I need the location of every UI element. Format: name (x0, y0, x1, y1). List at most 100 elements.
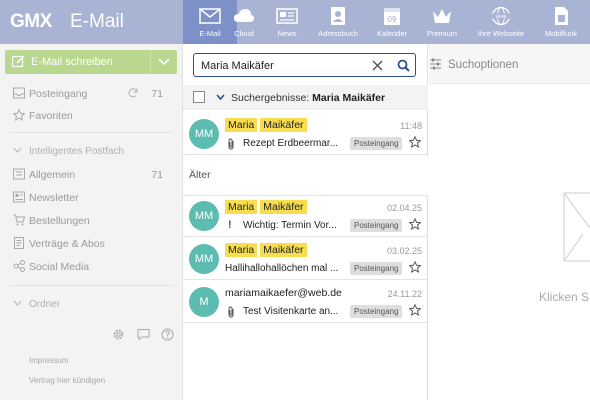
globe-icon: www (491, 6, 511, 26)
star-icon (13, 109, 25, 121)
sidebar-item-label: Newsletter (29, 192, 79, 204)
mail-date: 24.11.22 (387, 289, 422, 299)
search-options-bar[interactable]: Suchoptionen (429, 44, 590, 84)
smart-mailbox-header[interactable]: Intelligentes Postfach (0, 141, 183, 161)
sidebar-divider (10, 132, 173, 133)
select-all-checkbox[interactable] (193, 91, 205, 103)
results-query: Maria Maikäfer (312, 92, 386, 104)
inbox-count: 71 (151, 88, 163, 100)
avatar: M (189, 287, 219, 317)
sidebar-item-label: Social Media (29, 261, 90, 273)
mail-sender: Maria Maikäfer (225, 118, 310, 132)
sidebar-item-inbox[interactable]: Posteingang 71 (0, 83, 183, 105)
imprint-link[interactable]: Impressum (29, 356, 69, 365)
star-icon[interactable] (409, 261, 421, 273)
star-icon[interactable] (409, 136, 421, 148)
tab-calendar[interactable]: 09 Kalender (365, 0, 419, 44)
compose-divider (150, 50, 151, 74)
mail-row[interactable]: MM Maria Maikäfer 11:48 Rezept Erdbeermar… (183, 112, 428, 155)
addressbook-icon (331, 7, 345, 25)
mail-row[interactable]: MM Maria Maikäfer 02.04.25 ! Wichtig: Ter… (183, 194, 428, 237)
social-icon (13, 260, 25, 272)
chat-icon[interactable] (137, 328, 150, 341)
mail-subject: Hallihallohallöchen mal ... (225, 263, 339, 274)
tab-news[interactable]: News (260, 0, 314, 44)
chevron-down-icon[interactable] (216, 94, 225, 100)
folders-header[interactable]: Ordner (0, 294, 183, 314)
inbox-icon (13, 87, 25, 99)
mail-subject: Wichtig: Termin Vor... (243, 220, 337, 231)
avatar: MM (189, 244, 219, 274)
mail-date: 02.04.25 (386, 203, 422, 213)
chevron-down-icon (13, 147, 22, 153)
sidebar-item-contracts[interactable]: Verträge & Abos (0, 233, 183, 255)
tab-label: Ihre Webseite (477, 29, 525, 38)
mail-sender: Maria Maikäfer (225, 243, 310, 257)
section-label: Ordner (29, 299, 61, 310)
mail-row[interactable]: MM Maria Maikäfer 03.02.25 Hallihallohall… (183, 237, 428, 280)
mail-sender: Maria Maikäfer (225, 200, 310, 214)
refresh-icon[interactable] (127, 87, 139, 99)
sidebar: E-Mail schreiben Posteingang 71 Favorite… (0, 44, 183, 400)
tab-website[interactable]: www Ihre Webseite (474, 0, 528, 44)
sim-icon (555, 7, 568, 25)
sidebar-item-general[interactable]: Allgemein 71 (0, 164, 183, 186)
mail-row[interactable]: M mariamaikaefer@web.de 24.11.22 Test Vi… (183, 280, 428, 323)
compose-icon (12, 55, 25, 68)
calendar-icon: 09 (384, 8, 400, 25)
search-highlight: Maikäfer (260, 200, 307, 214)
tab-mobile[interactable]: Mobilfunk (534, 0, 588, 44)
brand-area: GMX E-Mail (0, 0, 183, 44)
paperclip-icon (228, 138, 234, 150)
older-section-label: Älter (189, 169, 211, 181)
search-results-bar: Suchergebnisse: Maria Maikäfer (183, 85, 428, 110)
tab-addressbook[interactable]: Adressbuch (311, 0, 365, 44)
general-count: 71 (151, 169, 163, 181)
www-text: www (496, 14, 507, 20)
tab-label: Mobilfunk (544, 29, 578, 38)
sidebar-item-newsletter[interactable]: Newsletter (0, 187, 183, 209)
compose-button[interactable]: E-Mail schreiben (5, 50, 177, 74)
cancel-contract-link[interactable]: Vertrag hier kündigen (29, 376, 105, 385)
sidebar-item-label: Verträge & Abos (29, 238, 105, 250)
search-highlight: Maria (225, 200, 258, 214)
compose-label: E-Mail schreiben (31, 56, 113, 68)
chevron-down-icon (13, 300, 22, 306)
sidebar-item-social[interactable]: Social Media (0, 256, 183, 278)
folder-badge: Posteingang (350, 219, 403, 232)
sidebar-item-label: Bestellungen (29, 215, 90, 227)
search-input[interactable]: Maria Maikäfer (193, 53, 416, 77)
mail-list-pane: Maria Maikäfer Suchergebnisse: Maria Mai… (183, 44, 428, 400)
results-label: Suchergebnisse: Maria Maikäfer (231, 92, 385, 104)
search-icon[interactable] (397, 59, 410, 72)
search-highlight: Maria (225, 243, 258, 257)
search-highlight: Maikäfer (260, 118, 307, 132)
close-icon[interactable] (372, 60, 383, 71)
sidebar-item-orders[interactable]: Bestellungen (0, 210, 183, 232)
tab-premium[interactable]: Premium (415, 0, 469, 44)
folder-badge: Posteingang (350, 262, 403, 275)
app-title: E-Mail (70, 11, 124, 32)
sidebar-item-favorites[interactable]: Favoriten (0, 105, 183, 127)
crown-icon (433, 9, 451, 23)
results-prefix: Suchergebnisse: (231, 92, 310, 104)
mail-subject: Test Visitenkarte an... (243, 306, 339, 317)
mail-sender: mariamaikaefer@web.de (225, 287, 342, 299)
calendar-day-text: 09 (388, 15, 397, 24)
empty-envelope-icon (563, 192, 590, 262)
gmx-logo[interactable]: GMX (10, 11, 52, 33)
sidebar-item-label: Posteingang (29, 88, 88, 100)
chevron-down-icon[interactable] (158, 57, 170, 67)
help-icon[interactable] (161, 328, 174, 341)
search-highlight: Maria (225, 118, 258, 132)
cart-icon (13, 214, 25, 226)
search-options-label: Suchoptionen (448, 59, 519, 71)
star-icon[interactable] (409, 304, 421, 316)
mail-subject: Rezept Erdbeermar... (243, 138, 339, 149)
tab-label: Kalender (376, 29, 408, 38)
tab-label: Premium (426, 29, 457, 38)
star-icon[interactable] (409, 218, 421, 230)
folder-badge: Posteingang (350, 305, 403, 318)
important-icon: ! (228, 219, 232, 231)
settings-gear-icon[interactable] (112, 328, 125, 341)
